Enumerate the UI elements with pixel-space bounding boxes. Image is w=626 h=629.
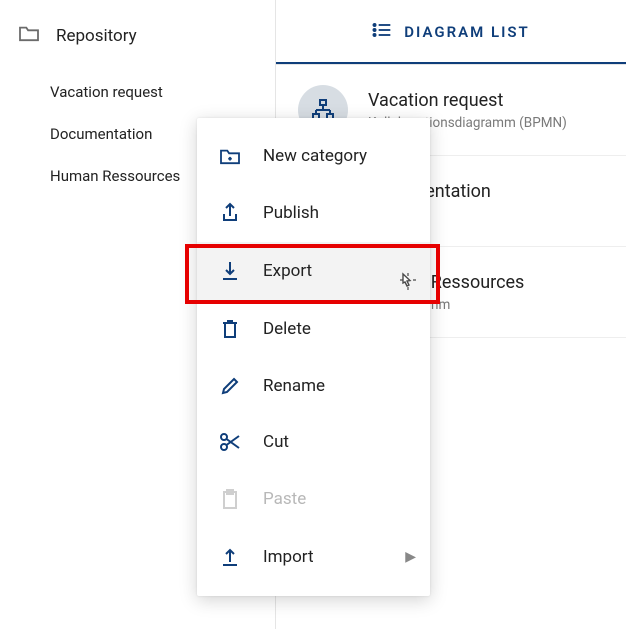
upload-icon bbox=[219, 546, 241, 568]
menu-item-label: Export bbox=[263, 261, 312, 281]
menu-item-label: Paste bbox=[263, 489, 306, 509]
menu-item-label: Rename bbox=[263, 376, 325, 396]
menu-item-paste: Paste bbox=[197, 470, 430, 528]
diagram-title: Vacation request bbox=[368, 90, 567, 111]
clipboard-icon bbox=[219, 488, 241, 510]
folder-icon bbox=[18, 24, 40, 47]
menu-item-label: Import bbox=[263, 547, 314, 567]
menu-item-rename[interactable]: Rename bbox=[197, 358, 430, 414]
tab-label: DIAGRAM LIST bbox=[404, 23, 530, 41]
sidebar-title: Repository bbox=[56, 26, 137, 46]
download-icon bbox=[219, 260, 241, 282]
trash-icon bbox=[219, 318, 241, 340]
menu-item-export[interactable]: Export bbox=[197, 242, 430, 300]
folder-plus-icon bbox=[219, 147, 241, 165]
tabs: DIAGRAM LIST bbox=[276, 0, 626, 65]
menu-item-label: Cut bbox=[263, 432, 289, 452]
list-icon bbox=[372, 22, 392, 42]
chevron-right-icon: ▶ bbox=[405, 549, 416, 565]
pencil-icon bbox=[219, 376, 241, 396]
menu-item-new-category[interactable]: New category bbox=[197, 128, 430, 184]
menu-item-label: Delete bbox=[263, 319, 311, 339]
menu-item-delete[interactable]: Delete bbox=[197, 300, 430, 358]
tab-diagram-list[interactable]: DIAGRAM LIST bbox=[276, 0, 626, 64]
menu-item-label: New category bbox=[263, 146, 367, 166]
menu-item-label: Publish bbox=[263, 203, 319, 223]
menu-item-import[interactable]: Import ▶ bbox=[197, 528, 430, 586]
sidebar-header: Repository bbox=[0, 16, 275, 71]
scissors-icon bbox=[219, 432, 241, 452]
menu-item-cut[interactable]: Cut bbox=[197, 414, 430, 470]
context-menu: New category Publish Export Delete bbox=[197, 118, 430, 596]
sidebar-item-vacation-request[interactable]: Vacation request bbox=[50, 71, 275, 113]
menu-item-publish[interactable]: Publish bbox=[197, 184, 430, 242]
publish-icon bbox=[219, 202, 241, 224]
